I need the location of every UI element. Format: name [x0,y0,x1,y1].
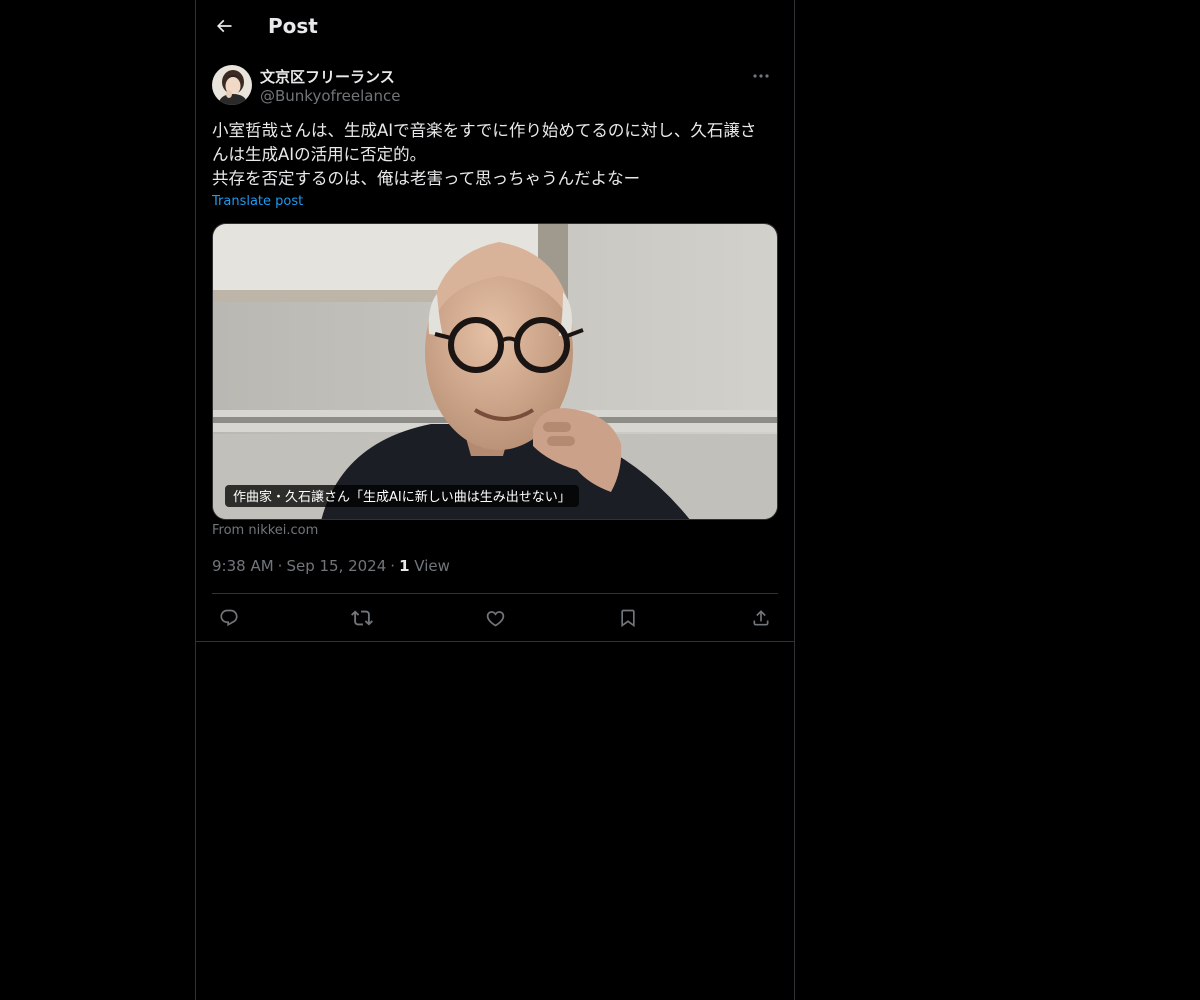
bookmark-button[interactable] [611,598,645,638]
post-text-line: んは生成AIの活用に否定的。 [212,145,427,164]
post-metadata: 9:38 AM · Sep 15, 2024 · 1 View [212,557,450,575]
main-column: Post 文京区フリーランス @Bunkyofreelance 小室哲哉さんは、… [195,0,795,1000]
separator-dot: · [277,557,283,575]
separator-dot: · [390,557,396,575]
page-header: Post [196,0,794,53]
link-card-media[interactable]: 作曲家・久石譲さん「生成AIに新しい曲は生み出せない」 [212,223,778,520]
views-label: View [414,557,450,575]
author-handle[interactable]: @Bunkyofreelance [260,87,400,105]
post-time[interactable]: 9:38 AM [212,557,274,575]
views-count: 1 [399,557,410,575]
repost-button[interactable] [345,598,379,638]
post-actions-bar [212,598,778,638]
post-text: 小室哲哉さんは、生成AIで音楽をすでに作り始めてるのに対し、久石譲さ んは生成A… [212,119,778,191]
author-display-name[interactable]: 文京区フリーランス [260,66,395,87]
post-text-line: 小室哲哉さんは、生成AIで音楽をすでに作り始めてるのに対し、久石譲さ [212,121,757,140]
post-author: 文京区フリーランス @Bunkyofreelance [212,65,778,107]
share-button[interactable] [744,598,778,638]
reply-button[interactable] [212,598,246,638]
like-button[interactable] [478,598,512,638]
heart-icon [486,610,504,627]
media-caption: 作曲家・久石譲さん「生成AIに新しい曲は生み出せない」 [225,485,579,507]
repost-icon [351,610,373,626]
more-icon [753,74,769,78]
translate-post-link[interactable]: Translate post [212,194,303,209]
post-date[interactable]: Sep 15, 2024 [286,557,386,575]
divider [212,593,778,594]
reply-icon [220,609,238,627]
article-photo [213,224,777,519]
share-icon [753,610,769,626]
bookmark-icon [621,609,635,628]
avatar[interactable] [212,65,252,105]
page-title: Post [268,14,318,38]
divider [196,641,794,642]
link-source[interactable]: From nikkei.com [212,523,318,538]
post-text-line: 共存を否定するのは、俺は老害って思っちゃうんだよなー [212,169,641,188]
more-options-button[interactable] [744,65,778,87]
arrow-left-icon [216,19,232,33]
back-button[interactable] [206,8,242,44]
